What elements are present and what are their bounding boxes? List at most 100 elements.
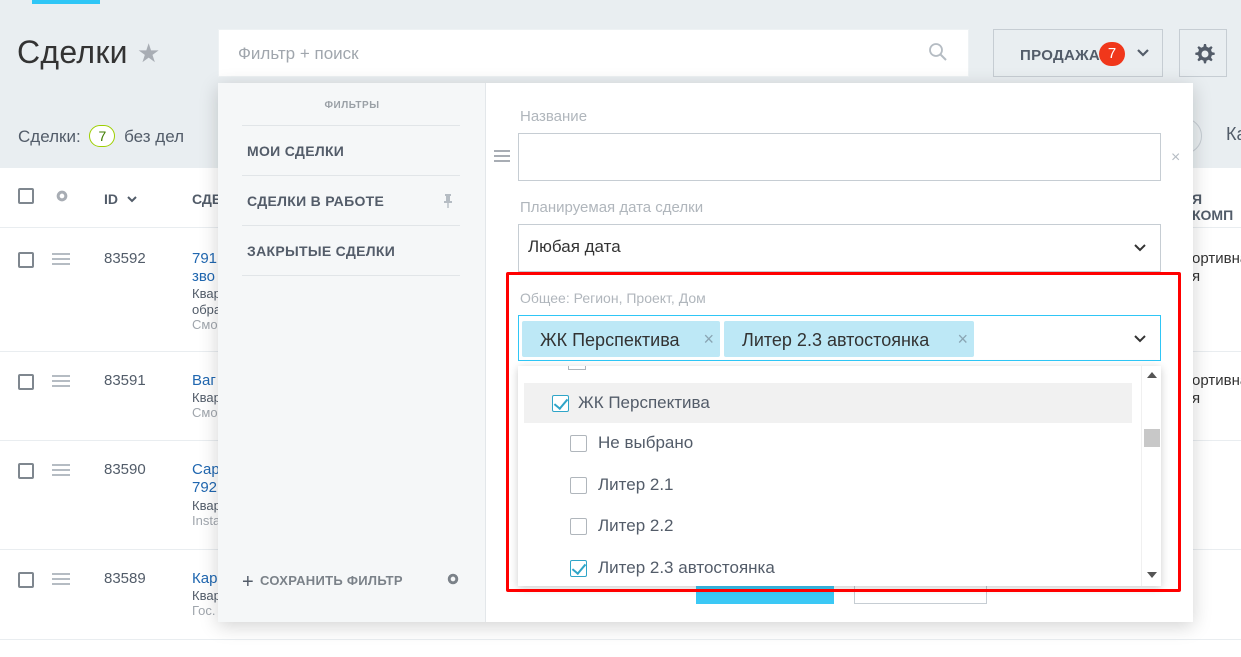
row-title-line2[interactable]: зво	[192, 268, 215, 285]
preset-closed-deals[interactable]: ЗАКРЫТЫЕ СДЕЛКИ	[242, 225, 460, 275]
column-deal[interactable]: СДЕ	[192, 191, 221, 207]
name-field-label: Название	[520, 108, 588, 125]
filter-presets-panel: ФИЛЬТРЫ МОИ СДЕЛКИ СДЕЛКИ В РАБОТЕ ЗАКРЫ…	[218, 83, 486, 622]
page-title: Сделки	[17, 34, 128, 70]
partial-checkbox	[568, 366, 586, 370]
general-field-label: Общее: Регион, Проект, Дом	[520, 290, 706, 306]
scroll-up-icon[interactable]	[1147, 372, 1157, 378]
preset-my-deals[interactable]: МОИ СДЕЛКИ	[242, 125, 460, 175]
selected-tag[interactable]: Литер 2.3 автостоянка ×	[724, 321, 974, 357]
filter-popup: ФИЛЬТРЫ МОИ СДЕЛКИ СДЕЛКИ В РАБОТЕ ЗАКРЫ…	[218, 83, 1193, 622]
row-checkbox[interactable]	[18, 374, 34, 390]
item-checkbox[interactable]	[570, 477, 587, 494]
row-title[interactable]: Ваг	[192, 372, 216, 389]
pin-icon[interactable]	[442, 193, 454, 209]
drag-handle-icon[interactable]	[52, 253, 70, 268]
reset-button[interactable]	[854, 586, 987, 604]
item-label: Литер 2.2	[598, 516, 674, 535]
selected-tag[interactable]: ЖК Перспектива ×	[522, 321, 720, 357]
select-all-checkbox[interactable]	[18, 188, 34, 204]
row-detail: Квар	[192, 286, 221, 301]
preset-label: МОИ СДЕЛКИ	[247, 143, 345, 159]
row-detail: Квар	[192, 390, 221, 405]
row-checkbox[interactable]	[18, 463, 34, 479]
category-badge: 7	[1099, 42, 1125, 66]
right-truncated-label: Ка	[1226, 124, 1241, 144]
item-label: Литер 2.3 автостоянка	[598, 558, 775, 577]
row-title[interactable]: Кар	[192, 570, 217, 587]
list-item[interactable]: ЖК Перспектива	[524, 383, 1132, 423]
preset-label: СДЕЛКИ В РАБОТЕ	[247, 193, 385, 209]
save-filter-button[interactable]: + СОХРАНИТЬ ФИЛЬТР	[242, 571, 403, 594]
search-icon[interactable]	[928, 42, 948, 62]
row-title[interactable]: 791	[192, 250, 217, 267]
row-detail: Квар	[192, 498, 221, 513]
counter-badge[interactable]: 7	[89, 125, 116, 147]
list-item[interactable]: Не выбрано	[518, 423, 1138, 463]
item-checkbox[interactable]	[570, 560, 587, 577]
gear-icon	[1195, 44, 1215, 64]
chevron-down-icon	[1134, 244, 1146, 252]
drag-handle-icon[interactable]	[52, 464, 70, 479]
row-source: Гос.	[192, 603, 216, 618]
date-select[interactable]: Любая дата	[518, 224, 1161, 272]
tag-label: Литер 2.3 автостоянка	[742, 330, 930, 350]
list-item[interactable]: Литер 2.1	[518, 465, 1138, 505]
counter-label: Сделки:	[18, 127, 81, 146]
general-multiselect[interactable]: ЖК Перспектива × Литер 2.3 автостоянка ×	[518, 315, 1161, 361]
column-settings-icon[interactable]	[54, 188, 70, 204]
row-source: Смо	[192, 405, 218, 420]
column-company[interactable]: Я КОМП	[1192, 191, 1241, 223]
tag-label: ЖК Перспектива	[540, 330, 680, 350]
scrollbar[interactable]	[1141, 366, 1161, 586]
row-checkbox[interactable]	[18, 252, 34, 268]
gear-icon[interactable]	[446, 572, 460, 586]
item-label: ЖК Перспектива	[578, 393, 710, 412]
item-checkbox[interactable]	[552, 395, 569, 412]
preset-label: ЗАКРЫТЫЕ СДЕЛКИ	[247, 243, 396, 259]
name-field[interactable]	[518, 133, 1161, 181]
column-id[interactable]: ID	[104, 191, 118, 207]
drag-handle-icon[interactable]	[52, 573, 70, 588]
row-company: ортивна я	[1192, 250, 1241, 285]
item-label: Не выбрано	[598, 433, 694, 452]
drag-handle-icon[interactable]	[52, 375, 70, 390]
settings-button[interactable]	[1179, 29, 1227, 77]
active-tab-indicator	[32, 0, 100, 4]
drag-handle-icon[interactable]	[494, 150, 510, 165]
item-label: Литер 2.1	[598, 475, 674, 494]
list-item[interactable]: Литер 2.3 автостоянка	[518, 548, 1138, 586]
row-id: 83590	[104, 461, 146, 478]
scroll-down-icon[interactable]	[1147, 572, 1157, 578]
row-id: 83591	[104, 372, 146, 389]
chevron-down-icon[interactable]	[1132, 331, 1148, 347]
scrollbar-thumb[interactable]	[1144, 429, 1160, 447]
list-item[interactable]: Литер 2.2	[518, 506, 1138, 546]
filters-title: ФИЛЬТРЫ	[324, 100, 380, 111]
row-company: ортивна я	[1192, 372, 1241, 407]
item-checkbox[interactable]	[570, 518, 587, 535]
row-checkbox[interactable]	[18, 572, 34, 588]
item-checkbox[interactable]	[570, 435, 587, 452]
category-button[interactable]: ПРОДАЖА 7	[993, 29, 1163, 77]
deals-counter: Сделки: 7 без дел	[18, 125, 184, 147]
preset-divider	[242, 275, 460, 276]
date-select-value: Любая дата	[528, 237, 621, 256]
row-title-line2[interactable]: 792	[192, 479, 217, 496]
row-id: 83589	[104, 570, 146, 587]
sort-chevron-icon[interactable]	[126, 193, 138, 205]
row-source: Insta	[192, 513, 221, 528]
plus-icon: +	[242, 571, 254, 593]
date-field-label: Планируемая дата сделки	[520, 199, 704, 216]
row-title[interactable]: Сар	[192, 461, 220, 478]
close-icon[interactable]: ×	[703, 329, 714, 350]
apply-button[interactable]	[696, 586, 834, 604]
star-icon[interactable]: ★	[137, 40, 163, 66]
remove-field-icon[interactable]: ×	[1171, 149, 1180, 167]
close-icon[interactable]: ×	[957, 329, 968, 350]
search-placeholder: Фильтр + поиск	[238, 44, 359, 63]
search-input[interactable]: Фильтр + поиск	[218, 29, 969, 77]
preset-deals-in-progress[interactable]: СДЕЛКИ В РАБОТЕ	[242, 175, 460, 225]
counter-suffix: без дел	[124, 127, 185, 146]
row-detail: Квар	[192, 588, 221, 603]
